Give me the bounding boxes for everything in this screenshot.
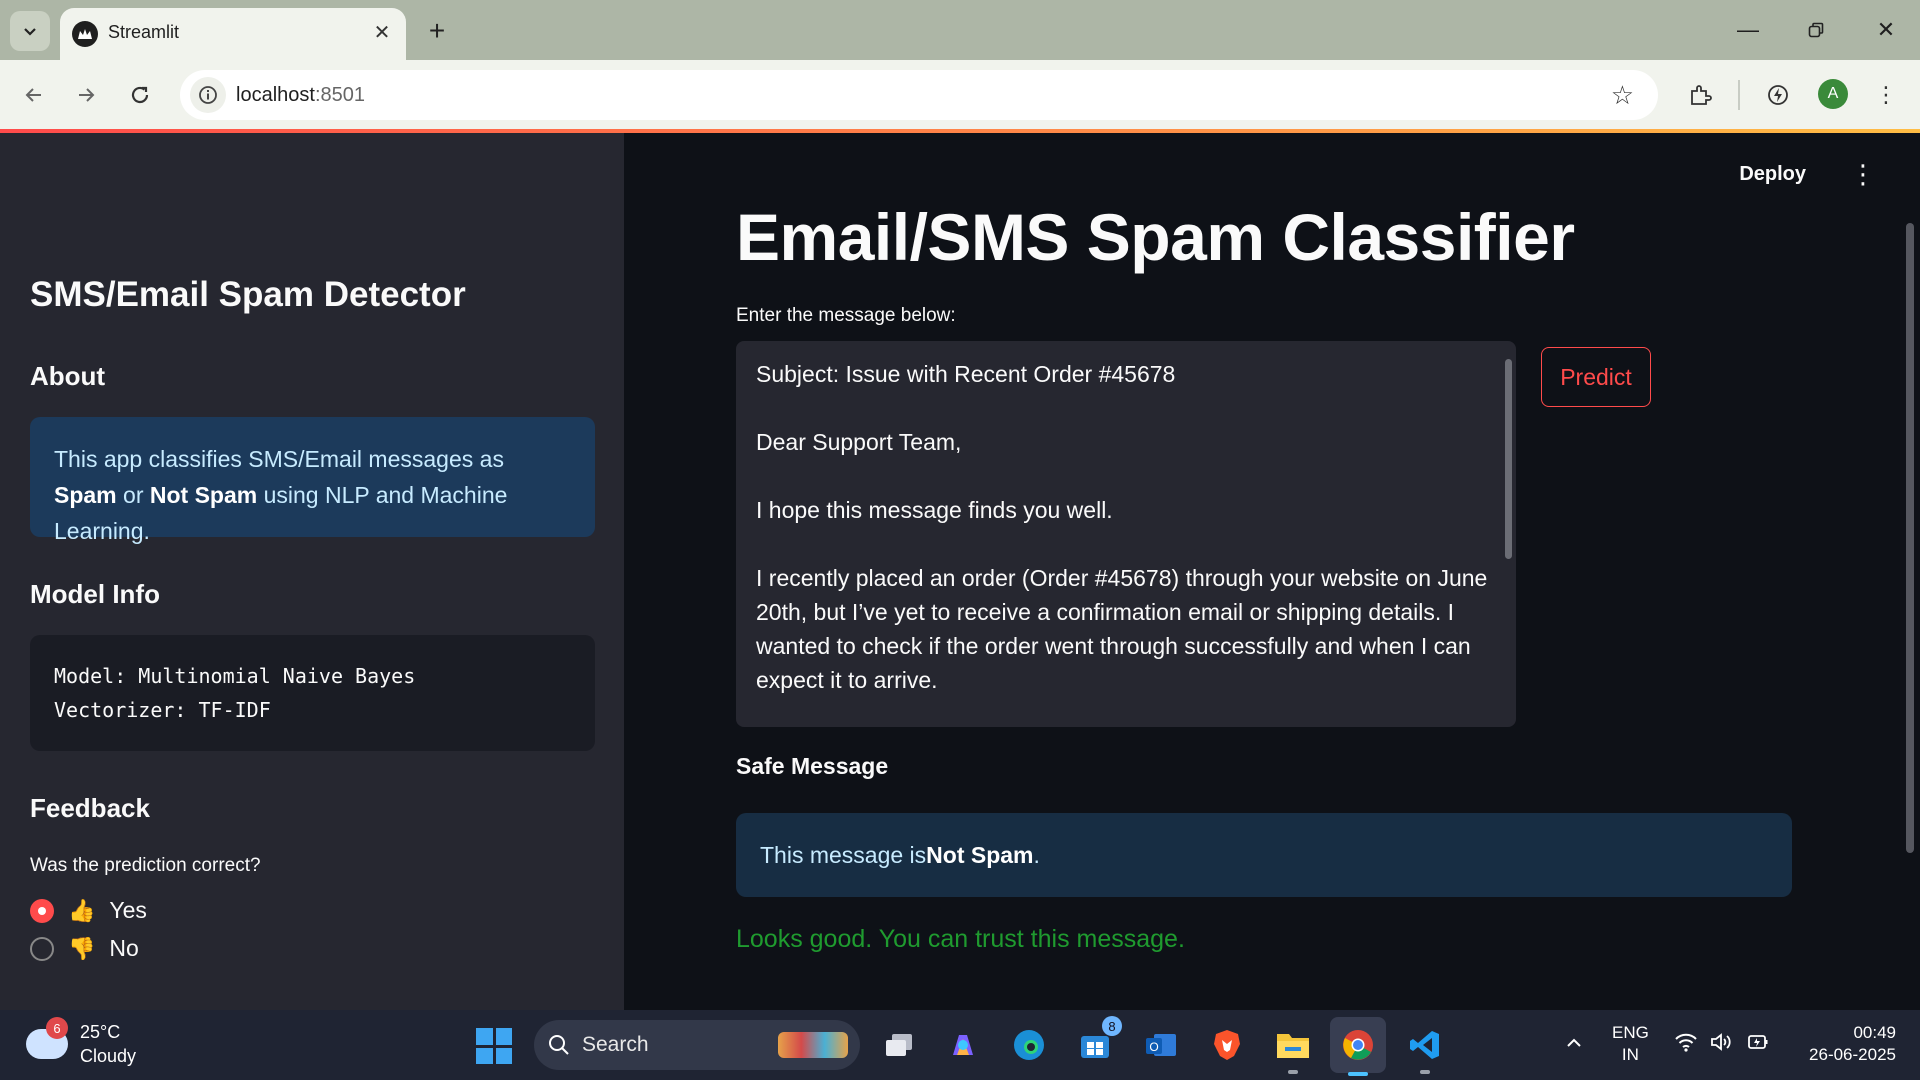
volume-icon[interactable] xyxy=(1710,1032,1734,1058)
arrow-left-icon xyxy=(25,88,41,102)
store-icon[interactable]: 8 xyxy=(1074,1016,1122,1066)
weather-badge: 6 xyxy=(46,1017,68,1039)
windows-taskbar: 6 25°C Cloudy Search 8 O ENG IN 00:49 26… xyxy=(0,1010,1920,1080)
model-info-heading: Model Info xyxy=(30,579,160,609)
toolbar-divider xyxy=(1738,80,1740,110)
svg-text:O: O xyxy=(1149,1040,1158,1054)
result-info-box: This message is Not Spam. xyxy=(736,813,1792,897)
page-title: Email/SMS Spam Classifier xyxy=(736,200,1575,274)
main-content: Deploy ⋮ Email/SMS Spam Classifier Enter… xyxy=(624,133,1920,1010)
browser-tab[interactable]: Streamlit ✕ xyxy=(60,8,406,60)
thumbs-up-icon: 👍 xyxy=(68,897,96,923)
message-input-label: Enter the message below: xyxy=(736,305,956,326)
reload-button[interactable] xyxy=(120,75,160,115)
store-badge: 8 xyxy=(1102,1016,1122,1036)
radio-selected-icon xyxy=(30,898,54,923)
feedback-heading: Feedback xyxy=(30,793,150,823)
close-window-button[interactable]: ✕ xyxy=(1858,8,1914,52)
url-text: localhost:8501 xyxy=(236,84,365,106)
address-bar[interactable]: localhost:8501 ☆ xyxy=(180,70,1658,120)
page-scrollbar[interactable] xyxy=(1906,223,1914,853)
performance-icon[interactable] xyxy=(1760,77,1796,113)
browser-tab-bar: Streamlit ✕ + — ✕ xyxy=(0,0,1920,60)
chevron-down-icon xyxy=(24,28,36,36)
deploy-button[interactable]: Deploy xyxy=(1739,163,1806,186)
back-button[interactable] xyxy=(14,75,54,115)
arrow-right-icon xyxy=(79,88,95,102)
thumbs-down-icon: 👎 xyxy=(68,935,96,961)
textarea-scrollbar[interactable] xyxy=(1505,359,1512,559)
cloud-icon: 6 xyxy=(26,1017,68,1059)
about-info-box: This app classifies SMS/Email messages a… xyxy=(30,417,595,544)
wifi-icon[interactable] xyxy=(1674,1032,1698,1058)
main-menu-icon[interactable]: ⋮ xyxy=(1850,159,1876,190)
browser-menu-icon[interactable]: ⋮ xyxy=(1868,77,1904,113)
result-heading: Safe Message xyxy=(736,753,889,779)
clock[interactable]: 00:49 26-06-2025 xyxy=(1796,1022,1896,1066)
site-info-icon[interactable] xyxy=(190,77,226,113)
radio-label: No xyxy=(109,935,139,961)
outlook-icon[interactable]: O xyxy=(1140,1024,1182,1066)
language-indicator[interactable]: ENG IN xyxy=(1612,1022,1649,1066)
weather-condition: Cloudy xyxy=(80,1046,137,1066)
radio-no[interactable]: 👎 No xyxy=(30,935,139,962)
forward-button[interactable] xyxy=(66,75,106,115)
brave-icon[interactable] xyxy=(1206,1024,1248,1066)
restore-button[interactable] xyxy=(1788,8,1844,52)
feedback-question: Was the prediction correct? xyxy=(30,855,261,876)
new-tab-button[interactable]: + xyxy=(420,14,454,48)
running-indicator xyxy=(1288,1070,1298,1074)
file-explorer-icon[interactable] xyxy=(1272,1024,1314,1074)
tab-search-button[interactable] xyxy=(10,11,50,51)
success-message: Looks good. You can trust this message. xyxy=(736,925,1185,953)
bookmark-star-icon[interactable]: ☆ xyxy=(1611,80,1634,111)
chevron-up-icon[interactable] xyxy=(1565,1032,1583,1058)
tab-title: Streamlit xyxy=(108,22,180,42)
model-info-code: Model: Multinomial Naive Bayes Vectorize… xyxy=(30,635,595,751)
running-indicator xyxy=(1420,1070,1430,1074)
streamlit-favicon-icon xyxy=(72,21,98,47)
temperature: 25°C xyxy=(80,1022,121,1042)
radio-label: Yes xyxy=(109,897,147,923)
close-tab-icon[interactable]: ✕ xyxy=(368,18,396,46)
minimize-button[interactable]: — xyxy=(1720,8,1776,52)
about-heading: About xyxy=(30,361,106,391)
chrome-icon[interactable] xyxy=(1330,1017,1386,1076)
browser-toolbar: localhost:8501 ☆ A ⋮ xyxy=(0,60,1920,130)
windows-start-icon[interactable] xyxy=(476,1028,512,1064)
copilot-icon[interactable] xyxy=(942,1024,984,1066)
weather-widget[interactable]: 6 25°C Cloudy xyxy=(26,1017,137,1068)
edge-icon[interactable] xyxy=(1008,1024,1050,1066)
taskbar-search[interactable]: Search xyxy=(534,1020,860,1070)
search-highlight-icon xyxy=(778,1032,848,1058)
restore-icon xyxy=(1808,22,1824,38)
extensions-icon[interactable] xyxy=(1682,77,1718,113)
radio-yes[interactable]: 👍 Yes xyxy=(30,897,147,924)
vscode-icon[interactable] xyxy=(1404,1024,1446,1074)
radio-unselected-icon xyxy=(30,936,54,961)
sidebar: SMS/Email Spam Detector About This app c… xyxy=(0,133,624,1010)
task-view-icon[interactable] xyxy=(878,1024,920,1066)
search-icon xyxy=(549,1035,569,1055)
message-textarea[interactable]: Subject: Issue with Recent Order #45678 … xyxy=(736,341,1516,727)
profile-avatar[interactable]: A xyxy=(1818,79,1848,109)
predict-button[interactable]: Predict xyxy=(1541,347,1651,407)
active-indicator xyxy=(1348,1072,1368,1076)
sidebar-title: SMS/Email Spam Detector xyxy=(30,275,466,314)
battery-icon[interactable] xyxy=(1746,1032,1770,1058)
reload-icon xyxy=(131,86,149,104)
